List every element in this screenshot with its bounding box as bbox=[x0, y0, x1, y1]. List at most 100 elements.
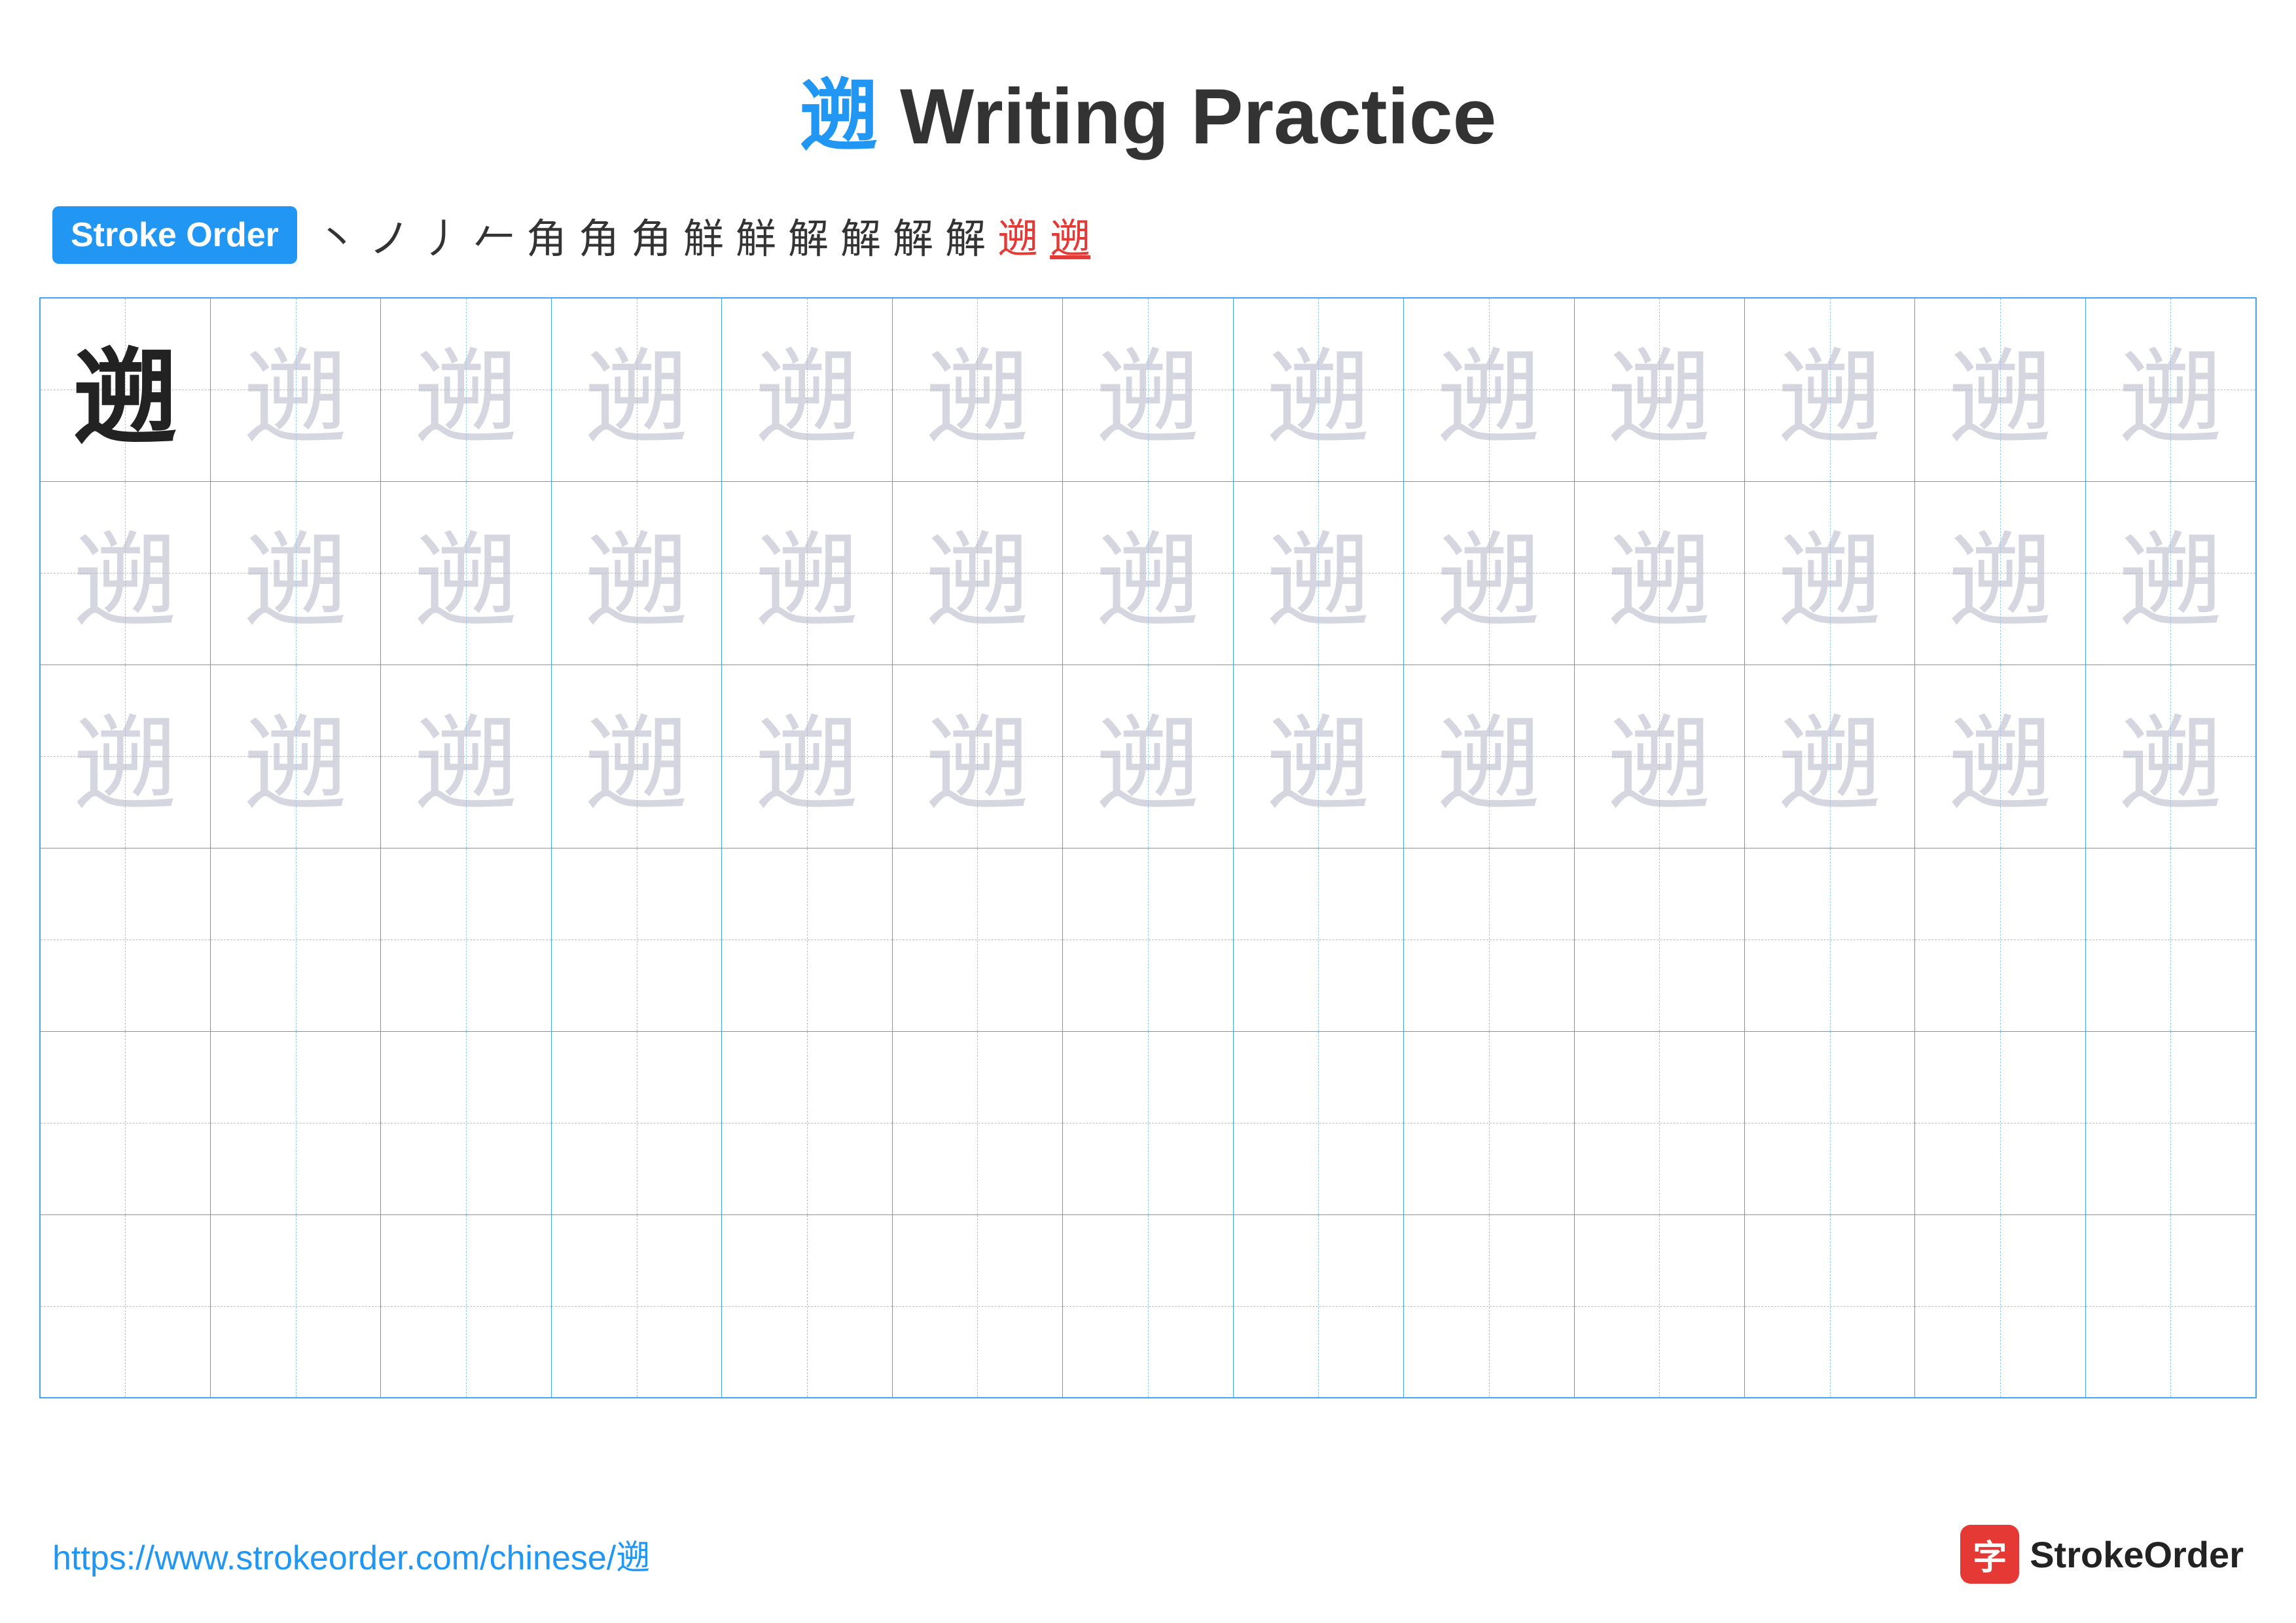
cell-4-3 bbox=[381, 848, 551, 1031]
cell-3-8: 遡 bbox=[1233, 665, 1403, 848]
cell-5-6 bbox=[892, 1031, 1062, 1214]
stroke-step-12: 解 bbox=[893, 206, 933, 264]
cell-6-6 bbox=[892, 1214, 1062, 1398]
cell-1-2: 遡 bbox=[210, 298, 380, 481]
title-char: 遡 bbox=[800, 73, 878, 160]
stroke-step-5: 角 bbox=[526, 206, 567, 264]
cell-5-11 bbox=[1745, 1031, 1915, 1214]
practice-row-5 bbox=[40, 1031, 2256, 1214]
cell-1-11: 遡 bbox=[1745, 298, 1915, 481]
logo-icon: 字 bbox=[1960, 1525, 2019, 1584]
cell-2-2: 遡 bbox=[210, 481, 380, 665]
stroke-step-11: 解 bbox=[840, 206, 881, 264]
cell-1-10: 遡 bbox=[1574, 298, 1744, 481]
cell-4-7 bbox=[1063, 848, 1233, 1031]
stroke-order-badge: Stroke Order bbox=[52, 206, 297, 264]
cell-3-7: 遡 bbox=[1063, 665, 1233, 848]
cell-2-8: 遡 bbox=[1233, 481, 1403, 665]
cell-1-3: 遡 bbox=[381, 298, 551, 481]
stroke-step-8: 觧 bbox=[683, 206, 724, 264]
cell-6-5 bbox=[722, 1214, 892, 1398]
cell-6-2 bbox=[210, 1214, 380, 1398]
logo-text: StrokeOrder bbox=[2030, 1533, 2244, 1576]
cell-6-13 bbox=[2085, 1214, 2256, 1398]
stroke-step-9: 觧 bbox=[736, 206, 776, 264]
cell-2-3: 遡 bbox=[381, 481, 551, 665]
practice-row-1: 遡 遡 遡 遡 遡 遡 遡 遡 遡 遡 遡 遡 遡 bbox=[40, 298, 2256, 481]
stroke-step-4: 𠂉 bbox=[474, 206, 514, 264]
page-title: 遡 Writing Practice bbox=[800, 73, 1497, 160]
cell-6-4 bbox=[551, 1214, 721, 1398]
cell-2-6: 遡 bbox=[892, 481, 1062, 665]
cell-5-2 bbox=[210, 1031, 380, 1214]
cell-1-12: 遡 bbox=[1915, 298, 2085, 481]
cell-6-7 bbox=[1063, 1214, 1233, 1398]
title-area: 遡 Writing Practice bbox=[0, 0, 2296, 192]
cell-1-13: 遡 bbox=[2085, 298, 2256, 481]
stroke-order-row: Stroke Order 丶 ノ 丿 𠂉 角 角 角 觧 觧 解 解 解 解 遡… bbox=[0, 192, 2296, 278]
footer: https://www.strokeorder.com/chinese/遡 字 … bbox=[52, 1525, 2244, 1584]
stroke-step-13: 解 bbox=[945, 206, 986, 264]
stroke-step-1: 丶 bbox=[317, 206, 357, 264]
cell-2-7: 遡 bbox=[1063, 481, 1233, 665]
cell-5-3 bbox=[381, 1031, 551, 1214]
cell-1-4: 遡 bbox=[551, 298, 721, 481]
stroke-steps: 丶 ノ 丿 𠂉 角 角 角 觧 觧 解 解 解 解 遡 遡 bbox=[317, 206, 1090, 264]
cell-2-4: 遡 bbox=[551, 481, 721, 665]
cell-6-9 bbox=[1404, 1214, 1574, 1398]
cell-2-12: 遡 bbox=[1915, 481, 2085, 665]
stroke-step-10: 解 bbox=[788, 206, 829, 264]
cell-4-4 bbox=[551, 848, 721, 1031]
cell-3-9: 遡 bbox=[1404, 665, 1574, 848]
cell-4-9 bbox=[1404, 848, 1574, 1031]
cell-6-3 bbox=[381, 1214, 551, 1398]
stroke-step-3: 丿 bbox=[422, 206, 462, 264]
footer-url: https://www.strokeorder.com/chinese/遡 bbox=[52, 1530, 650, 1579]
stroke-step-15: 遡 bbox=[1050, 206, 1090, 264]
cell-3-12: 遡 bbox=[1915, 665, 2085, 848]
cell-4-10 bbox=[1574, 848, 1744, 1031]
cell-6-12 bbox=[1915, 1214, 2085, 1398]
cell-2-11: 遡 bbox=[1745, 481, 1915, 665]
cell-2-10: 遡 bbox=[1574, 481, 1744, 665]
cell-5-9 bbox=[1404, 1031, 1574, 1214]
cell-4-2 bbox=[210, 848, 380, 1031]
cell-1-7: 遡 bbox=[1063, 298, 1233, 481]
stroke-step-14: 遡 bbox=[997, 206, 1038, 264]
cell-4-13 bbox=[2085, 848, 2256, 1031]
cell-4-11 bbox=[1745, 848, 1915, 1031]
cell-1-1: 遡 bbox=[40, 298, 210, 481]
cell-5-8 bbox=[1233, 1031, 1403, 1214]
cell-6-10 bbox=[1574, 1214, 1744, 1398]
cell-6-11 bbox=[1745, 1214, 1915, 1398]
cell-3-6: 遡 bbox=[892, 665, 1062, 848]
stroke-step-6: 角 bbox=[579, 206, 619, 264]
practice-grid: 遡 遡 遡 遡 遡 遡 遡 遡 遡 遡 遡 遡 遡 遡 遡 遡 遡 遡 遡 遡 … bbox=[39, 297, 2257, 1398]
cell-5-1 bbox=[40, 1031, 210, 1214]
cell-1-9: 遡 bbox=[1404, 298, 1574, 481]
cell-2-1: 遡 bbox=[40, 481, 210, 665]
cell-3-11: 遡 bbox=[1745, 665, 1915, 848]
cell-4-6 bbox=[892, 848, 1062, 1031]
practice-row-3: 遡 遡 遡 遡 遡 遡 遡 遡 遡 遡 遡 遡 遡 bbox=[40, 665, 2256, 848]
practice-row-6 bbox=[40, 1214, 2256, 1398]
cell-1-6: 遡 bbox=[892, 298, 1062, 481]
stroke-step-2: ノ bbox=[369, 206, 410, 264]
footer-logo: 字 StrokeOrder bbox=[1960, 1525, 2244, 1584]
cell-4-5 bbox=[722, 848, 892, 1031]
cell-3-1: 遡 bbox=[40, 665, 210, 848]
cell-3-13: 遡 bbox=[2085, 665, 2256, 848]
cell-3-10: 遡 bbox=[1574, 665, 1744, 848]
practice-row-2: 遡 遡 遡 遡 遡 遡 遡 遡 遡 遡 遡 遡 遡 bbox=[40, 481, 2256, 665]
cell-6-8 bbox=[1233, 1214, 1403, 1398]
cell-5-5 bbox=[722, 1031, 892, 1214]
cell-2-5: 遡 bbox=[722, 481, 892, 665]
cell-4-8 bbox=[1233, 848, 1403, 1031]
cell-3-4: 遡 bbox=[551, 665, 721, 848]
cell-5-7 bbox=[1063, 1031, 1233, 1214]
cell-4-1 bbox=[40, 848, 210, 1031]
practice-row-4 bbox=[40, 848, 2256, 1031]
cell-5-13 bbox=[2085, 1031, 2256, 1214]
cell-3-2: 遡 bbox=[210, 665, 380, 848]
cell-2-13: 遡 bbox=[2085, 481, 2256, 665]
